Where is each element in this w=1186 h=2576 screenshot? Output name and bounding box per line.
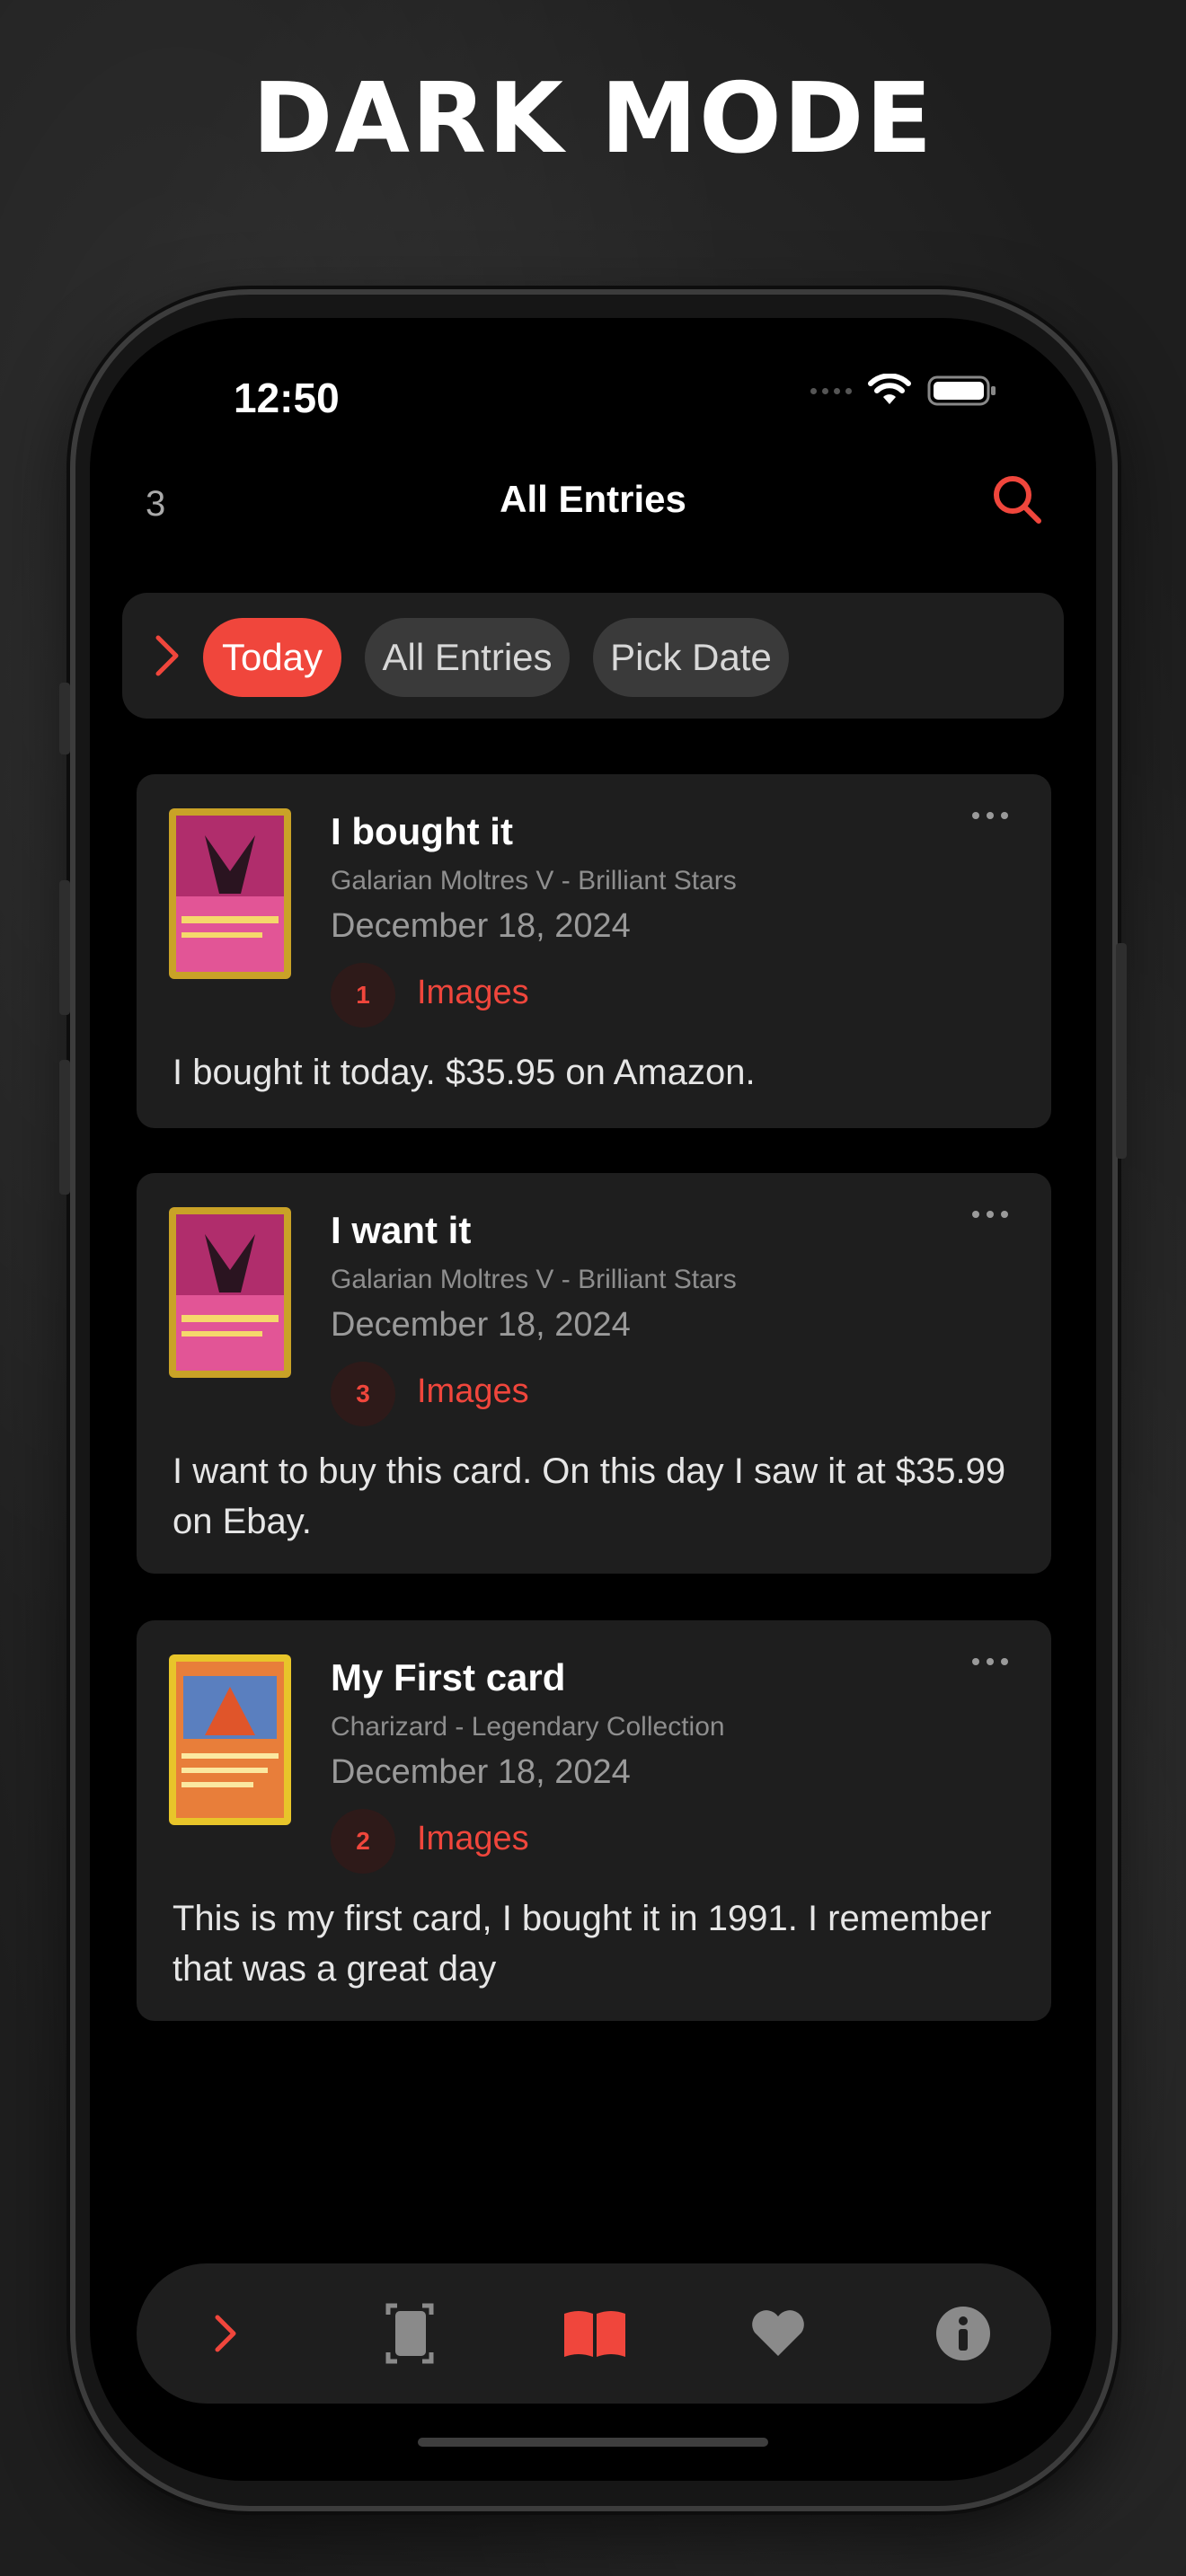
tab-favorites[interactable] xyxy=(744,2299,812,2368)
images-link[interactable]: Images xyxy=(417,1820,529,1858)
home-indicator xyxy=(418,2438,768,2447)
status-time: 12:50 xyxy=(234,375,340,421)
date-filter-bar: Today All Entries Pick Date xyxy=(122,593,1064,719)
entry-card[interactable]: I want it Galarian Moltres V - Brilliant… xyxy=(137,1173,1051,1574)
tab-expand[interactable] xyxy=(190,2299,259,2368)
book-open-icon xyxy=(564,2311,625,2357)
images-link[interactable]: Images xyxy=(417,974,529,1012)
volume-up-button xyxy=(59,880,70,1015)
entry-date: December 18, 2024 xyxy=(331,1306,631,1344)
image-count-badge: 3 xyxy=(331,1362,395,1426)
entry-title: I want it xyxy=(331,1209,472,1251)
images-link[interactable]: Images xyxy=(417,1372,529,1411)
image-count-badge: 2 xyxy=(331,1809,395,1874)
more-options-icon[interactable] xyxy=(972,1658,1008,1665)
entry-note: I want to buy this card. On this day I s… xyxy=(173,1451,1006,1541)
tab-info[interactable] xyxy=(929,2299,997,2368)
entry-title: I bought it xyxy=(331,810,513,852)
page-title: All Entries xyxy=(500,478,686,520)
search-icon xyxy=(994,476,1041,524)
battery-icon xyxy=(927,375,996,406)
more-options-icon[interactable] xyxy=(972,1211,1008,1218)
promo-headline: DARK MODE xyxy=(252,63,934,175)
search-button[interactable] xyxy=(988,471,1046,528)
card-thumbnail xyxy=(169,1654,291,1825)
entry-card-name: Galarian Moltres V - Brilliant Stars xyxy=(331,1265,737,1294)
filter-expand-button[interactable] xyxy=(149,632,185,684)
info-icon xyxy=(936,2307,990,2360)
volume-down-button xyxy=(59,1060,70,1195)
card-thumbnail xyxy=(169,808,291,979)
entry-note: This is my first card, I bought it in 19… xyxy=(173,1899,992,1989)
heart-icon xyxy=(752,2310,804,2356)
signal-icon xyxy=(810,387,852,394)
filter-chip-all-entries[interactable]: All Entries xyxy=(365,618,570,697)
phone-screen: 12:50 3 All Entries Today All Entries Pi… xyxy=(90,318,1096,2481)
image-count-badge: 1 xyxy=(331,963,395,1028)
entry-date: December 18, 2024 xyxy=(331,907,631,945)
tab-bar xyxy=(137,2263,1051,2404)
wifi-icon xyxy=(868,374,911,404)
entry-date: December 18, 2024 xyxy=(331,1753,631,1791)
silent-switch xyxy=(59,683,70,754)
entry-note: I bought it today. $35.95 on Amazon. xyxy=(173,1053,756,1092)
entry-title: My First card xyxy=(331,1656,566,1698)
entry-card[interactable]: My First card Charizard - Legendary Coll… xyxy=(137,1620,1051,2021)
filter-chip-today[interactable]: Today xyxy=(203,618,341,697)
tab-scan-card[interactable] xyxy=(376,2299,444,2368)
card-thumbnail xyxy=(169,1207,291,1378)
chevron-right-icon xyxy=(215,2315,236,2352)
entry-card[interactable]: I bought it Galarian Moltres V - Brillia… xyxy=(137,774,1051,1128)
entry-card-name: Galarian Moltres V - Brilliant Stars xyxy=(331,866,737,895)
filter-chip-pick-date[interactable]: Pick Date xyxy=(593,618,789,697)
more-options-icon[interactable] xyxy=(972,812,1008,819)
entry-card-name: Charizard - Legendary Collection xyxy=(331,1712,725,1742)
tab-journal[interactable] xyxy=(561,2299,629,2368)
power-button xyxy=(1116,943,1127,1159)
chevron-right-icon xyxy=(155,635,179,676)
status-icons xyxy=(810,374,997,408)
card-scan-icon xyxy=(385,2303,434,2364)
